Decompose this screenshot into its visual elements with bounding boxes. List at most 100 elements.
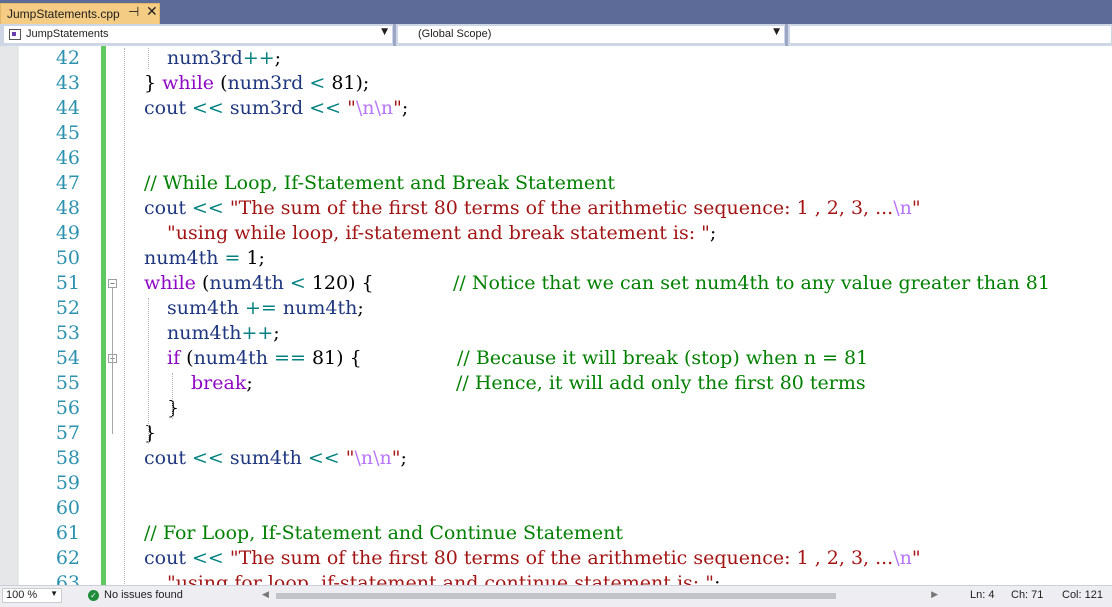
line-number: 52 xyxy=(55,297,80,319)
project-icon xyxy=(9,29,21,40)
code-line[interactable]: 51 while (num4th < 120) {// Notice that w… xyxy=(0,271,1112,296)
zoom-dropdown[interactable]: 100 % ▼ xyxy=(2,588,62,603)
code-line[interactable]: 61 // For Loop, If-Statement and Continue… xyxy=(0,521,1112,546)
code-token: \n xyxy=(893,197,912,219)
scope-dropdown[interactable]: (Global Scope) ▼ xyxy=(397,25,785,44)
code-token: cout xyxy=(144,97,186,119)
scroll-left-icon[interactable]: ◀ xyxy=(262,589,269,600)
navigation-bar: JumpStatements ▼ (Global Scope) ▼ xyxy=(0,24,1112,46)
line-number: 57 xyxy=(55,422,80,444)
code-token: " xyxy=(345,447,355,469)
code-line[interactable]: 62 cout << "The sum of the first 80 terms… xyxy=(0,546,1112,571)
code-text: num3rd++; xyxy=(167,46,281,71)
code-line[interactable]: 58 cout << sum4th << "\n\n"; xyxy=(0,446,1112,471)
code-token: sum4th xyxy=(229,447,302,469)
code-text: cout << "The sum of the first 80 terms o… xyxy=(144,196,921,221)
code-token: "using for loop, if-statement and contin… xyxy=(167,572,714,585)
code-line[interactable]: 52 sum4th += num4th; xyxy=(0,296,1112,321)
line-number: 53 xyxy=(55,322,80,344)
code-editor[interactable]: 42 num3rd++; 43} while (num3rd < 81); 44 cou… xyxy=(0,46,1112,585)
char-indicator[interactable]: Ch: 71 xyxy=(1011,589,1043,601)
project-dropdown[interactable]: JumpStatements ▼ xyxy=(3,25,393,44)
code-text: cout << "The sum of the first 80 terms o… xyxy=(144,546,921,571)
code-line[interactable]: 45 xyxy=(0,121,1112,146)
line-number: 60 xyxy=(55,497,80,519)
horizontal-scrollbar[interactable]: ◀ ▶ xyxy=(262,589,938,602)
chevron-down-icon[interactable]: ▼ xyxy=(381,27,388,37)
code-line[interactable]: 50 num4th = 1; xyxy=(0,246,1112,271)
code-token: "The sum of the first 80 terms of the ar… xyxy=(229,197,894,219)
code-line[interactable]: 53 num4th++; xyxy=(0,321,1112,346)
code-text: } while (num3rd < 81); xyxy=(144,71,369,96)
code-text: break; xyxy=(191,371,253,396)
line-number: 47 xyxy=(55,172,80,194)
code-line[interactable]: 44 cout << sum3rd << "\n\n"; xyxy=(0,96,1112,121)
project-dropdown-value: JumpStatements xyxy=(26,28,109,40)
code-token: \n xyxy=(893,547,912,569)
pin-icon[interactable]: ⊣ xyxy=(128,5,139,20)
member-dropdown[interactable] xyxy=(789,25,1112,44)
line-number: 63 xyxy=(55,572,80,585)
code-token: = xyxy=(218,247,247,269)
code-token: ++ xyxy=(242,47,275,69)
code-token: ( xyxy=(180,347,194,369)
code-token: == xyxy=(268,347,312,369)
code-text: cout << sum3rd << "\n\n"; xyxy=(144,96,408,121)
code-token: << xyxy=(185,197,230,219)
check-circle-icon[interactable]: ✓ xyxy=(88,590,99,601)
column-indicator[interactable]: Col: 121 xyxy=(1062,589,1103,601)
code-line[interactable]: 57} xyxy=(0,421,1112,446)
code-token: sum3rd xyxy=(229,97,304,119)
collapse-icon[interactable]: − xyxy=(108,279,117,288)
line-number: 44 xyxy=(55,97,80,119)
code-token: " xyxy=(911,547,921,569)
code-line[interactable]: 63 "using for loop, if-statement and cont… xyxy=(0,571,1112,585)
close-icon[interactable]: ✕ xyxy=(146,4,158,20)
code-text: while (num4th < 120) { xyxy=(144,271,374,296)
code-text: // For Loop, If-Statement and Continue S… xyxy=(144,521,623,546)
code-text: sum4th += num4th; xyxy=(167,296,364,321)
code-token: ; xyxy=(401,97,409,119)
code-line[interactable]: 46 xyxy=(0,146,1112,171)
code-token: break xyxy=(191,372,247,394)
code-token: while xyxy=(162,72,215,94)
tab-jumpstatements-cpp[interactable]: JumpStatements.cpp ⊣ ✕ xyxy=(0,3,160,24)
line-number: 45 xyxy=(55,122,80,144)
nav-separator xyxy=(393,24,396,46)
scroll-right-icon[interactable]: ▶ xyxy=(931,589,938,600)
code-line[interactable]: 54 if (num4th == 81) {// Because it will … xyxy=(0,346,1112,371)
code-token: ( xyxy=(214,72,228,94)
code-token: } xyxy=(144,72,163,94)
code-line[interactable]: 49 "using while loop, if-statement and br… xyxy=(0,221,1112,246)
code-token: " xyxy=(393,97,402,119)
code-line[interactable]: 60 xyxy=(0,496,1112,521)
line-number: 59 xyxy=(55,472,80,494)
tab-label: JumpStatements.cpp xyxy=(7,7,120,21)
document-tab-strip: JumpStatements.cpp ⊣ ✕ xyxy=(0,0,1112,24)
code-token: ; xyxy=(709,222,717,244)
code-text: "using while loop, if-statement and brea… xyxy=(167,221,716,246)
code-line[interactable]: 59 xyxy=(0,471,1112,496)
code-token: cout xyxy=(144,547,186,569)
scrollbar-thumb[interactable] xyxy=(276,593,836,599)
code-token: \n\n xyxy=(355,97,394,119)
code-line[interactable]: 55 break; // Hence, it will add only the f… xyxy=(0,371,1112,396)
code-line[interactable]: 56} xyxy=(0,396,1112,421)
code-token: if xyxy=(167,347,181,369)
issues-status[interactable]: No issues found xyxy=(104,589,183,601)
code-token: } xyxy=(167,397,180,419)
code-line[interactable]: 47 // While Loop, If-Statement and Break … xyxy=(0,171,1112,196)
line-indicator[interactable]: Ln: 4 xyxy=(970,589,994,601)
code-token: \n\n xyxy=(354,447,392,469)
status-bar: 100 % ▼ ✓ No issues found ◀ ▶ Ln: 4 Ch: … xyxy=(0,585,1112,607)
code-line[interactable]: 42 num3rd++; xyxy=(0,46,1112,71)
code-token: num4th xyxy=(282,297,358,319)
chevron-down-icon[interactable]: ▼ xyxy=(50,589,58,598)
line-number: 51 xyxy=(55,272,80,294)
code-token: num4th xyxy=(144,247,219,269)
code-line[interactable]: 43} while (num3rd < 81); xyxy=(0,71,1112,96)
code-line[interactable]: 48 cout << "The sum of the first 80 terms… xyxy=(0,196,1112,221)
code-text: } xyxy=(144,421,156,446)
code-text: num4th++; xyxy=(167,321,280,346)
chevron-down-icon[interactable]: ▼ xyxy=(773,27,780,37)
